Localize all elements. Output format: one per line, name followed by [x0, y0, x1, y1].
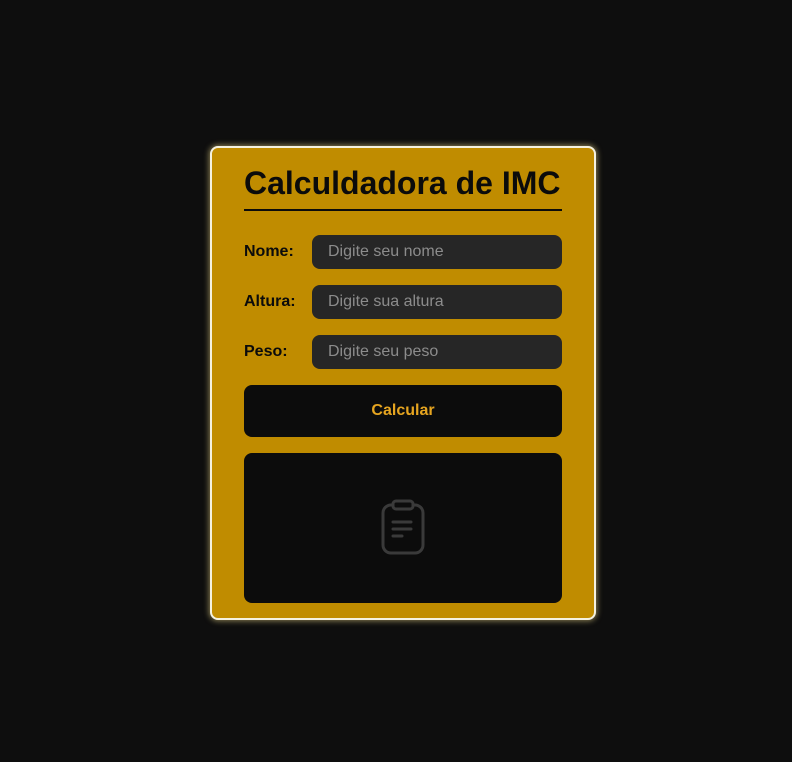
imc-calculator-card: Calculdadora de IMC Nome: Altura: Peso: … [210, 146, 596, 620]
name-label: Nome: [244, 243, 294, 260]
weight-input[interactable] [312, 335, 562, 369]
result-panel [244, 453, 562, 603]
name-input[interactable] [312, 235, 562, 269]
name-row: Nome: [244, 235, 562, 269]
title-divider [244, 209, 562, 211]
height-input[interactable] [312, 285, 562, 319]
page-title: Calculdadora de IMC [244, 165, 561, 201]
clipboard-icon [381, 499, 425, 555]
height-label: Altura: [244, 293, 296, 310]
weight-row: Peso: [244, 335, 562, 369]
height-row: Altura: [244, 285, 562, 319]
weight-label: Peso: [244, 343, 288, 360]
calculate-button[interactable]: Calcular [244, 385, 562, 437]
